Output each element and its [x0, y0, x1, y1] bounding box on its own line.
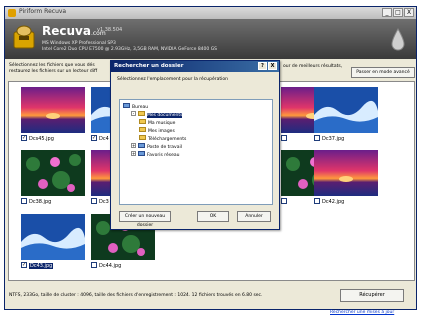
instructions-text: Sélectionnez les fichiers que vous dés r…	[9, 63, 98, 74]
tree-item-label: Téléchargements	[148, 137, 187, 142]
file-caption: ✓ Dc43.jpg	[21, 261, 54, 270]
tree-expander-icon[interactable]: -	[131, 111, 136, 116]
app-header: Recuva.com v1.38.504 MS Windows XP Profe…	[5, 19, 416, 59]
file-checkbox[interactable]	[281, 197, 287, 204]
tree-item-label: Favoris réseau	[147, 153, 180, 158]
system-info: MS Windows XP Professional SP3 Intel Cor…	[42, 41, 218, 52]
dialog-title: Rechercher un dossier	[114, 63, 184, 69]
tree-item-label: Mes images	[148, 129, 175, 134]
tree-item-label: Poste de travail	[147, 145, 182, 150]
file-name: Dc3	[99, 199, 109, 205]
file-caption: Dc42.jpg	[314, 197, 345, 206]
file-caption: Dc3	[91, 197, 109, 206]
file-checkbox[interactable]: ✓	[91, 134, 97, 141]
file-caption: Dc37.jpg	[314, 134, 345, 143]
tree-expander-icon[interactable]: +	[131, 151, 136, 156]
tree-item-label: Bureau	[132, 105, 149, 110]
close-button[interactable]: X	[404, 8, 414, 17]
file-name: Dc43.jpg	[29, 263, 54, 269]
file-thumbnail[interactable]	[21, 150, 85, 196]
file-checkbox[interactable]: ✓	[21, 261, 27, 268]
file-name: Dc37.jpg	[322, 136, 345, 142]
file-name: Dc4	[99, 136, 109, 142]
file-caption	[281, 134, 289, 143]
file-thumbnail[interactable]	[314, 87, 378, 133]
file-checkbox[interactable]	[281, 134, 287, 141]
droplet-icon	[391, 28, 405, 51]
file-thumbnail[interactable]	[21, 87, 85, 133]
ok-button[interactable]: OK	[197, 211, 229, 222]
minimize-button[interactable]: _	[382, 8, 392, 17]
file-caption: Dc44.jpg	[91, 261, 122, 270]
file-caption: ✓ Dcs45.jpg	[21, 134, 54, 143]
tree-item[interactable]: + Poste de travail	[131, 143, 182, 151]
file-caption: ✓ Dc4	[91, 134, 109, 143]
tree-item[interactable]: Ma musique	[139, 119, 176, 127]
desktop-icon	[123, 103, 130, 108]
tree-item[interactable]: Bureau	[123, 103, 149, 111]
version-label: v1.38.504	[97, 27, 123, 33]
tree-item-label: Mes documents	[147, 113, 183, 118]
file-checkbox[interactable]	[21, 197, 27, 204]
cancel-button[interactable]: Annuler	[237, 211, 271, 222]
folder-icon	[139, 127, 146, 132]
tree-expander-icon[interactable]: +	[131, 143, 136, 148]
file-checkbox[interactable]	[314, 197, 320, 204]
file-checkbox[interactable]	[91, 197, 97, 204]
computer-icon	[138, 143, 145, 148]
folder-icon	[139, 119, 146, 124]
title-bar[interactable]: Piriform Recuva _ □ X	[5, 7, 416, 19]
recover-button[interactable]: Récupérer	[340, 289, 404, 302]
file-caption	[281, 197, 289, 206]
dialog-prompt: Sélectionnez l'emplacement pour la récup…	[117, 77, 228, 82]
dialog-close-button[interactable]: X	[268, 62, 277, 70]
browse-folder-dialog: Rechercher un dossier ? X Sélectionnez l…	[110, 60, 280, 230]
tree-item[interactable]: Téléchargements	[139, 135, 187, 143]
new-folder-button[interactable]: Créer un nouveau dossier	[119, 211, 171, 228]
file-thumbnail[interactable]	[314, 150, 378, 196]
file-name: Dcs45.jpg	[29, 136, 54, 142]
file-name: Dc38.jpg	[29, 199, 52, 205]
app-icon	[8, 9, 16, 17]
file-checkbox[interactable]: ✓	[21, 134, 27, 141]
file-thumbnail[interactable]	[21, 214, 85, 260]
file-caption: Dc38.jpg	[21, 197, 52, 206]
file-checkbox[interactable]	[314, 134, 320, 141]
window-title: Piriform Recuva	[19, 8, 67, 15]
tree-item-label: Ma musique	[148, 121, 176, 126]
dialog-title-bar[interactable]: Rechercher un dossier ? X	[111, 61, 279, 72]
file-name: Dc42.jpg	[322, 199, 345, 205]
check-updates-link[interactable]: Rechercher une mises à jour	[330, 310, 394, 315]
file-checkbox[interactable]	[91, 261, 97, 268]
tree-item[interactable]: Mes images	[139, 127, 175, 135]
status-bar-text: NTFS, 233Go, taille de cluster : 4096, t…	[9, 293, 263, 298]
dialog-help-button[interactable]: ?	[258, 62, 267, 70]
network-icon	[138, 151, 145, 156]
file-name: Dc44.jpg	[99, 263, 122, 269]
folder-icon	[138, 111, 145, 116]
folder-icon	[139, 135, 146, 140]
advanced-mode-button[interactable]: Passer en mode avancé	[351, 67, 415, 78]
instructions-text-right: our de meilleurs résultats,	[283, 64, 343, 69]
recuva-logo-icon	[13, 25, 35, 49]
tree-item[interactable]: + Favoris réseau	[131, 151, 180, 159]
tree-item[interactable]: - Mes documents	[131, 111, 183, 119]
folder-tree[interactable]: Bureau - Mes documents Ma musique Mes images…	[119, 99, 273, 205]
maximize-button[interactable]: □	[393, 8, 403, 17]
